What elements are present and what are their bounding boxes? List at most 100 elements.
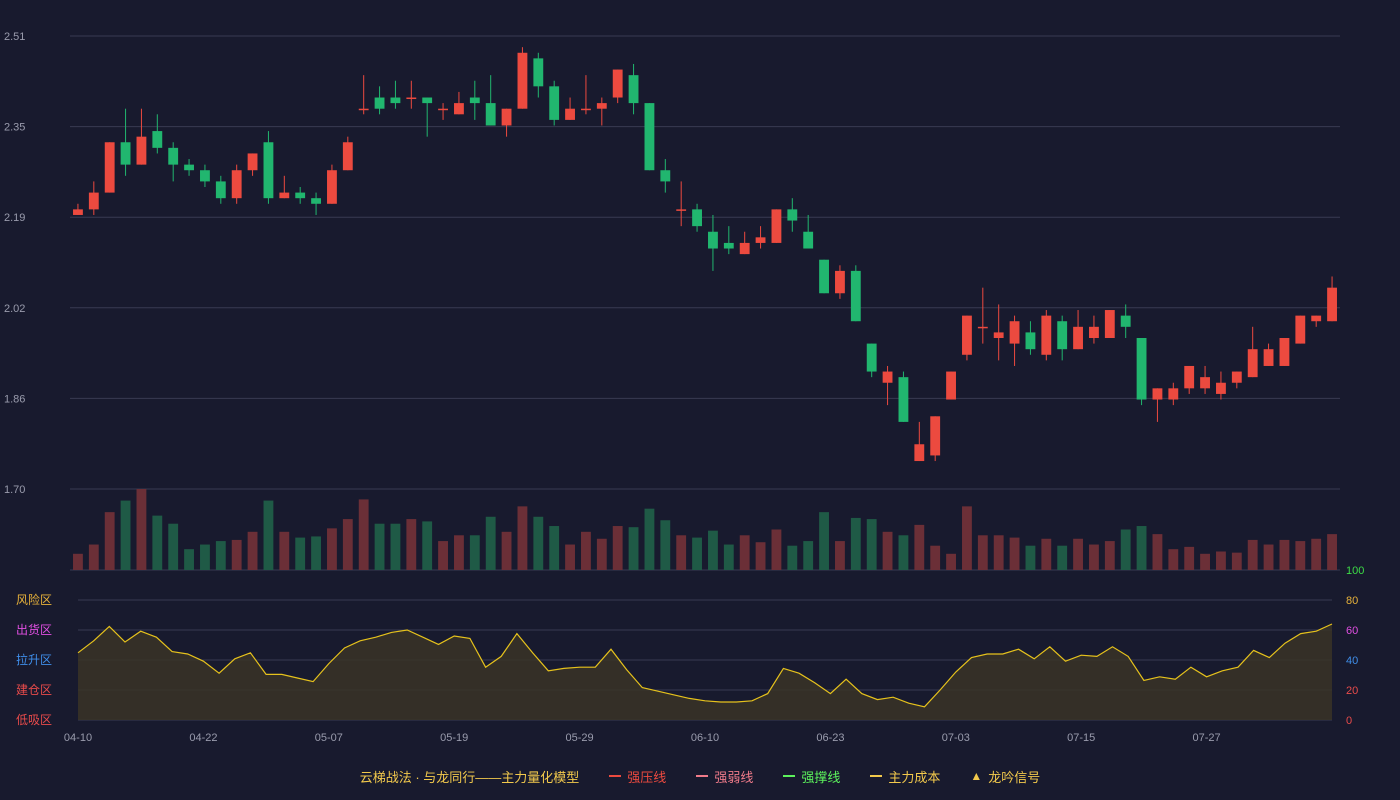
candle-body <box>88 192 99 210</box>
candle-body <box>1104 310 1115 338</box>
indicator-zone-label: 风险区 <box>16 592 52 607</box>
candle-body <box>850 270 861 322</box>
volume-bar <box>1136 526 1147 570</box>
candle-body <box>104 142 115 193</box>
indicator-tick-label: 80 <box>1346 595 1358 607</box>
volume-bar <box>914 524 925 570</box>
volume-bar <box>295 537 306 570</box>
indicator-zone-label: 低吸区 <box>16 713 52 727</box>
volume-bar <box>1200 553 1210 570</box>
candle-body <box>469 97 480 104</box>
candle-body <box>454 103 464 115</box>
volume-bar <box>771 529 782 570</box>
candle-body <box>1057 321 1068 350</box>
volume-bar <box>311 536 321 570</box>
volume-bar <box>1184 546 1195 570</box>
volume-bar <box>882 531 893 570</box>
candle-body <box>231 170 242 199</box>
volume-bar <box>1279 539 1290 570</box>
date-tick-label: 07-27 <box>1193 732 1221 744</box>
volume-bar <box>1295 541 1306 570</box>
volume-bar <box>184 549 194 570</box>
candle-body <box>898 377 909 422</box>
legend-item-2[interactable]: 强撑线 <box>783 767 840 786</box>
volume-bar <box>596 538 607 570</box>
volume-bar <box>628 527 639 570</box>
legend-item-4[interactable]: ▲ 龙吟信号 <box>970 767 1040 786</box>
candle-body <box>1025 332 1036 350</box>
candle-body <box>660 170 671 182</box>
volume-bar <box>787 545 798 570</box>
candle-body <box>962 315 972 355</box>
candle-body <box>152 131 163 148</box>
chart-legend: 云梯战法 · 与龙同行——主力量化模型 强压线 强弱线 强撑线 主力成本 ▲ 龙… <box>0 764 1400 788</box>
volume-bar <box>898 535 909 570</box>
volume-bar <box>438 541 448 570</box>
date-tick-label: 05-29 <box>566 732 594 744</box>
volume-bar <box>962 506 972 570</box>
candle-body <box>422 97 433 104</box>
volume-bar <box>390 523 401 570</box>
chart-root: 2.51 2.35 2.19 2.02 1.86 1.70 100 80 60 40 20 0 风险区出… <box>0 0 1400 800</box>
volume-bar <box>692 537 702 570</box>
volume-bar <box>231 539 242 570</box>
legend-item-0[interactable]: 强压线 <box>609 767 666 786</box>
candle-body <box>168 147 179 165</box>
candle-body <box>930 416 941 456</box>
price-tick-label: 2.51 <box>4 31 25 43</box>
candle-body <box>739 242 750 255</box>
candle-body <box>438 108 448 111</box>
volume-bar <box>612 526 623 570</box>
legend-title: 云梯战法 · 与龙同行——主力量化模型 <box>360 767 580 786</box>
volume-bar <box>755 542 766 570</box>
candle-body <box>644 103 655 171</box>
candle-body <box>755 237 766 243</box>
candle-body <box>263 142 274 199</box>
volume-bar <box>469 535 480 570</box>
volume-bar <box>136 489 147 570</box>
volume-bar <box>1327 534 1337 570</box>
candle-body <box>1168 388 1179 400</box>
candle-body <box>311 198 321 204</box>
candle-body <box>374 97 385 109</box>
volume-bar <box>549 526 560 570</box>
volume-bar <box>152 515 163 570</box>
candle-body <box>882 371 893 383</box>
candle-body <box>1263 349 1274 366</box>
candle-body <box>279 192 290 199</box>
legend-label-1: 强弱线 <box>714 769 754 785</box>
volume-bar <box>1311 538 1322 570</box>
volume-bar <box>1263 544 1274 570</box>
candle-body <box>1009 321 1020 344</box>
candle-body <box>1200 377 1210 389</box>
candle-body <box>533 58 544 87</box>
legend-label-2: 强撑线 <box>801 769 841 785</box>
candle-body <box>977 326 988 329</box>
candle-body <box>295 192 306 199</box>
volume-bar <box>708 530 718 570</box>
date-tick-label: 05-07 <box>315 732 343 744</box>
date-tick-label: 07-15 <box>1067 732 1095 744</box>
legend-item-1[interactable]: 强弱线 <box>696 767 753 786</box>
volume-bar <box>73 553 83 570</box>
candle-body <box>485 103 496 126</box>
candle-body <box>1184 365 1195 389</box>
candle-body <box>803 231 814 249</box>
candle-body <box>327 170 337 204</box>
volume-bar <box>1168 549 1179 570</box>
volume-bar <box>406 519 417 570</box>
candle-body <box>184 164 194 171</box>
candle-body <box>1311 315 1322 322</box>
date-tick-label: 07-03 <box>942 732 970 744</box>
triangle-up-icon: ▲ <box>970 769 983 783</box>
indicator-tick-label: 0 <box>1346 715 1352 727</box>
price-tick-label: 1.70 <box>4 484 25 496</box>
volume-bar <box>930 545 941 570</box>
candle-body <box>1089 326 1099 338</box>
volume-bar <box>739 535 750 570</box>
volume-bar <box>200 544 210 570</box>
legend-swatch-3 <box>870 775 883 777</box>
volume-bar <box>1231 552 1242 570</box>
legend-item-3[interactable]: 主力成本 <box>870 767 940 786</box>
candle-body <box>1247 349 1258 378</box>
